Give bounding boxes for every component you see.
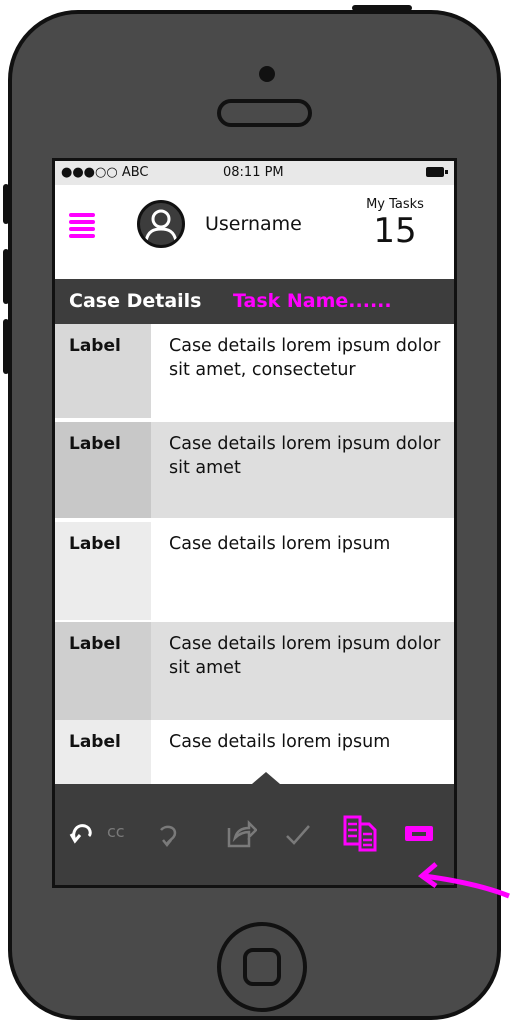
avatar[interactable]	[137, 200, 185, 248]
volume-up-button	[3, 249, 9, 304]
row-value: Case details lorem ipsum	[151, 522, 454, 620]
status-bar: ●●●○○ ABC 08:11 PM	[55, 161, 454, 185]
case-details-list: Label Case details lorem ipsum dolor sit…	[55, 324, 454, 784]
annotation-arrow-icon	[417, 862, 510, 899]
copy-document-icon[interactable]	[342, 814, 378, 852]
home-button[interactable]	[217, 922, 307, 1012]
task-name-link[interactable]: Task Name......	[233, 290, 392, 312]
bottom-toolbar: cc	[55, 772, 454, 885]
mute-switch	[3, 184, 9, 224]
list-item: Label Case details lorem ipsum dolor sit…	[55, 324, 454, 418]
check-icon[interactable]	[285, 824, 311, 846]
volume-down-button	[3, 319, 9, 374]
page-title: Case Details	[69, 290, 202, 312]
user-icon	[144, 209, 178, 242]
row-label: Label	[55, 622, 151, 720]
row-label: Label	[55, 522, 151, 620]
speaker-grille	[217, 99, 312, 127]
carrier-signal: ●●●○○ ABC	[61, 165, 149, 180]
list-item: Label Case details lorem ipsum	[55, 522, 454, 620]
battery-icon	[426, 167, 448, 177]
phone-screen: ●●●○○ ABC 08:11 PM Username My Tasks 15 …	[52, 158, 457, 888]
app-header: Username My Tasks 15	[55, 185, 454, 279]
row-value: Case details lorem ipsum dolor sit amet	[151, 622, 454, 720]
toolbar-notch	[252, 772, 280, 784]
status-time: 08:11 PM	[223, 165, 284, 180]
list-item: Label Case details lorem ipsum dolor sit…	[55, 622, 454, 720]
camera-icon	[259, 66, 275, 82]
home-button-icon	[243, 948, 281, 986]
case-title-bar: Case Details Task Name......	[55, 279, 454, 324]
row-label: Label	[55, 324, 151, 418]
row-value: Case details lorem ipsum dolor sit amet	[151, 422, 454, 518]
my-tasks-count[interactable]: 15	[355, 211, 435, 251]
redo-icon[interactable]	[155, 822, 181, 848]
row-value: Case details lorem ipsum dolor sit amet,…	[151, 324, 454, 418]
list-item: Label Case details lorem ipsum dolor sit…	[55, 422, 454, 518]
undo-icon[interactable]	[69, 820, 95, 846]
username-label[interactable]: Username	[205, 213, 302, 235]
cc-icon[interactable]: cc	[107, 822, 125, 841]
row-label: Label	[55, 720, 151, 784]
row-label: Label	[55, 422, 151, 518]
my-tasks-label: My Tasks	[366, 197, 424, 212]
power-button	[352, 5, 412, 11]
battery-shape-icon[interactable]	[405, 826, 433, 841]
row-value: Case details lorem ipsum	[151, 720, 454, 784]
share-icon[interactable]	[225, 820, 257, 848]
hamburger-menu-icon[interactable]	[69, 213, 97, 238]
